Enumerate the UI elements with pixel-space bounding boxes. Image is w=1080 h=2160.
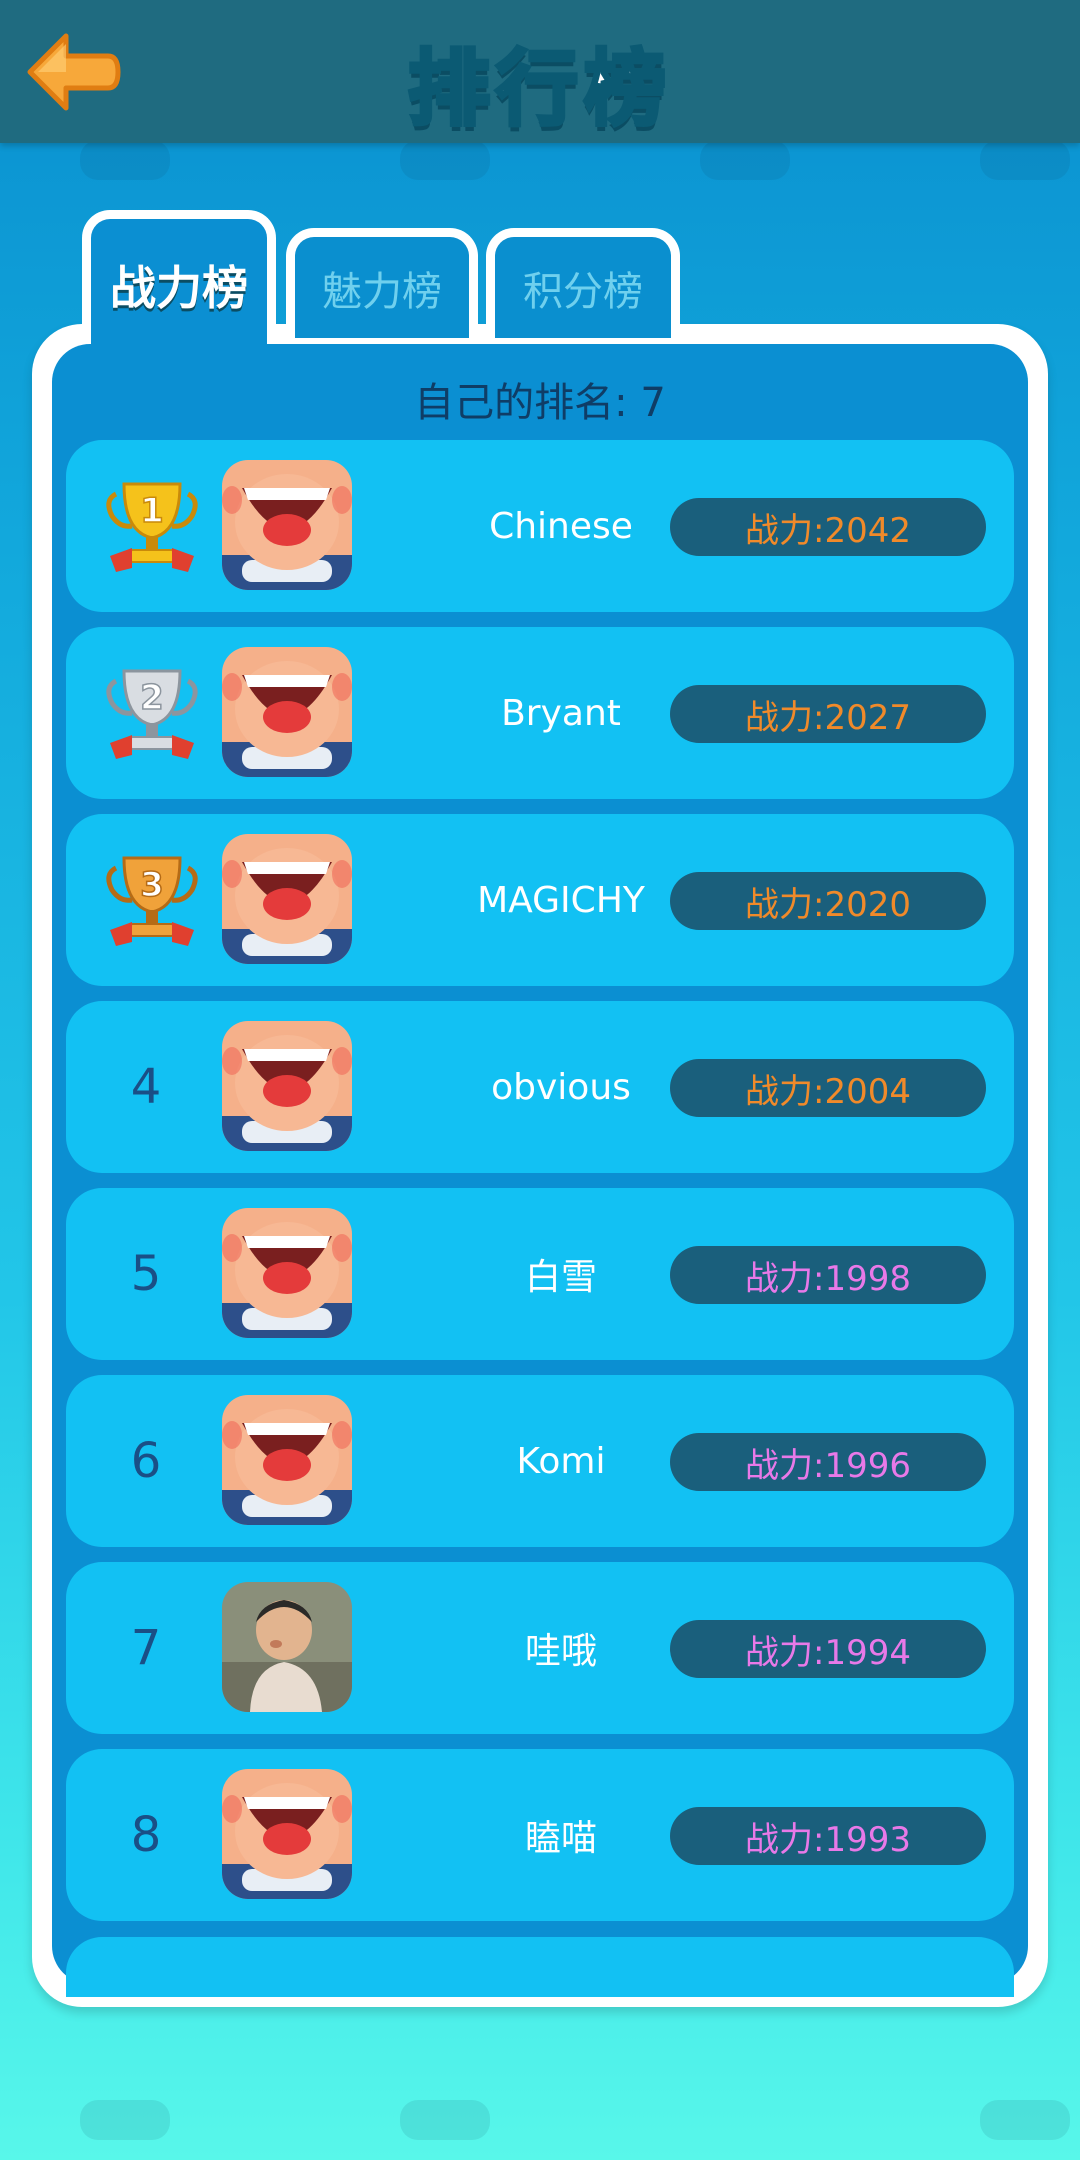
rank-number: 7 [130, 1620, 162, 1676]
leaderboard-row[interactable]: 4 obvious 战力:2004 [66, 1001, 1014, 1173]
power-badge: 战力:2042 [670, 498, 986, 556]
power-badge: 战力:2027 [670, 685, 986, 743]
svg-text:1: 1 [140, 491, 164, 531]
avatar[interactable] [222, 647, 352, 777]
power-badge: 战力:2020 [670, 872, 986, 930]
leaderboard-row[interactable]: 7 哇哦 战力:1994 [66, 1562, 1014, 1734]
bronze-trophy-icon: 3 [106, 856, 198, 946]
tab-points[interactable]: 积分榜 [486, 228, 680, 338]
power-badge: 战力:2004 [670, 1059, 986, 1117]
avatar[interactable] [222, 1769, 352, 1899]
rank-number: 8 [130, 1807, 162, 1863]
leaderboard-row[interactable]: 3 MAGICHY 战力:2020 [66, 814, 1014, 986]
rank-number: 6 [130, 1433, 162, 1489]
avatar[interactable] [222, 1395, 352, 1525]
power-badge: 战力:1993 [670, 1807, 986, 1865]
rank-number: 4 [130, 1059, 162, 1115]
leaderboard-row[interactable]: 8 瞌喵 战力:1993 [66, 1749, 1014, 1921]
top-bar: 排行榜 [0, 0, 1080, 143]
avatar[interactable] [222, 1582, 352, 1712]
svg-text:2: 2 [140, 678, 164, 718]
leaderboard-row[interactable]: 1 Chinese 战力:2042 [66, 440, 1014, 612]
my-rank-label: 自己的排名: 7 [414, 380, 666, 426]
avatar[interactable] [222, 834, 352, 964]
tab-charm[interactable]: 魅力榜 [286, 228, 478, 338]
svg-text:3: 3 [140, 865, 164, 905]
avatar[interactable] [222, 1021, 352, 1151]
power-badge: 战力:1998 [670, 1246, 986, 1304]
gold-trophy-icon: 1 [106, 482, 198, 572]
next-row-partial [66, 1937, 1014, 1997]
leaderboard-row[interactable]: 6 Komi 战力:1996 [66, 1375, 1014, 1547]
silver-trophy-icon: 2 [106, 669, 198, 759]
avatar[interactable] [222, 460, 352, 590]
avatar[interactable] [222, 1208, 352, 1338]
leaderboard-row[interactable]: 2 Bryant 战力:2027 [66, 627, 1014, 799]
rank-number: 5 [130, 1246, 162, 1302]
page-title: 排行榜 [406, 40, 672, 139]
tab-power[interactable]: 战力榜 [82, 210, 276, 350]
power-badge: 战力:1996 [670, 1433, 986, 1491]
power-badge: 战力:1994 [670, 1620, 986, 1678]
leaderboard-row[interactable]: 5 白雪 战力:1998 [66, 1188, 1014, 1360]
